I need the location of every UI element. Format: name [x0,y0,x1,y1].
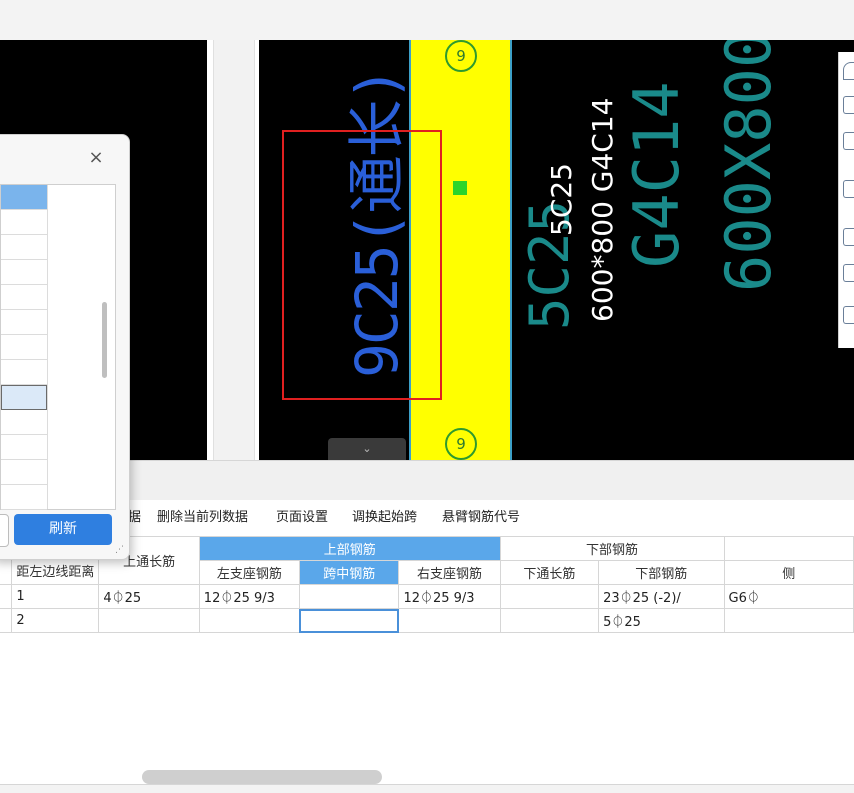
cloud-icon[interactable] [843,62,854,80]
cell-top-through[interactable] [98,608,200,633]
dialog-scrollbar-thumb[interactable] [102,302,107,378]
list-item[interactable] [1,260,47,285]
resize-grip-icon[interactable]: ⋰ [115,545,125,555]
header-bottom-group: 下部钢筋 [499,536,725,561]
header-top-group: 上部钢筋 [198,536,501,561]
axis-marker-bottom: 9 [445,428,477,460]
view-icon[interactable] [843,96,854,114]
row-gutter [0,584,13,609]
horizontal-scrollbar-thumb[interactable] [142,770,382,784]
cell-bottom-through[interactable] [499,584,600,609]
beam-label-top-bars[interactable]: 5C25 [545,163,578,236]
header-mid-span[interactable]: 跨中钢筋 [298,560,400,585]
axis-marker-top: 9 [445,40,477,72]
header-left-edge-distance: 距左边线距离 [16,565,95,580]
zoom-icon[interactable] [843,264,854,282]
refresh-button[interactable]: 刷新 [14,514,112,545]
horizontal-scrollbar[interactable] [0,770,854,784]
cell-bottom-bars[interactable]: 5⏀25 [598,608,725,633]
ghost-text-section: 600X800 [712,40,785,292]
list-item[interactable] [1,485,47,510]
list-item[interactable] [1,310,47,335]
cell-span-no[interactable]: 2 [11,608,100,633]
top-toolbar [0,0,854,41]
right-toolbar [838,52,854,348]
close-icon[interactable]: × [87,149,105,167]
cell-side[interactable] [723,608,854,633]
cell-mid-span[interactable] [298,584,400,609]
select-icon[interactable] [843,228,854,246]
header-bottom-through[interactable]: 下通长筋 [499,560,600,585]
list-item[interactable] [1,460,47,485]
cell-bottom-through[interactable] [499,608,600,633]
cell-bottom-bars[interactable]: 23⏀25 (-2)/ [598,584,725,609]
beam-label-section[interactable]: 600*800 G4C14 [586,98,619,322]
list-item[interactable] [1,210,47,235]
row-gutter [0,608,13,633]
collapse-panel-tab[interactable]: ⌄ [328,438,406,460]
list-item-focused[interactable] [1,385,47,410]
list-item[interactable] [1,285,47,310]
list-item[interactable] [1,360,47,385]
cell-left-support[interactable] [198,608,300,633]
list-item[interactable] [1,335,47,360]
header-right-support[interactable]: 右支座钢筋 [398,560,501,585]
list-icon[interactable] [843,306,854,324]
table-row[interactable]: 2 5⏀25 [0,608,854,633]
list-divider [47,185,48,509]
table-row[interactable]: 1 4⏀25 12⏀25 9/3 12⏀25 9/3 23⏀25 (-2)/ G… [0,584,854,609]
cell-top-through[interactable]: 4⏀25 [98,584,200,609]
save-icon[interactable] [843,180,854,198]
ghost-text-g4c14: G4C14 [620,81,693,268]
toolbar-item-page-setup[interactable]: 页面设置 [276,506,328,530]
dialog-secondary-button[interactable] [0,514,9,547]
cell-side[interactable]: G6⏀ [723,584,854,609]
list-item-selected[interactable] [1,185,47,210]
header-left-support[interactable]: 左支座钢筋 [198,560,300,585]
header-side[interactable]: 侧 [723,560,854,585]
list-item[interactable] [1,435,47,460]
cell-span-no[interactable]: 1 [11,584,100,609]
column-fill [213,40,255,460]
grip-point[interactable] [453,181,467,195]
cell-left-support[interactable]: 12⏀25 9/3 [198,584,300,609]
cell-right-support[interactable]: 12⏀25 9/3 [398,584,501,609]
layer-icon[interactable] [843,132,854,150]
list-item[interactable] [1,410,47,435]
cell-mid-span-selected[interactable] [298,608,400,633]
dialog-list[interactable] [0,184,116,510]
chevron-down-icon: ⌄ [362,442,372,455]
selection-highlight-box [282,130,442,400]
header-side-group [723,536,854,561]
header-bottom-bars[interactable]: 下部钢筋 [598,560,725,585]
toolbar-item-delete-column[interactable]: 删除当前列数据 [157,506,248,530]
list-item[interactable] [1,235,47,260]
toolbar-item-swap-start-span[interactable]: 调换起始跨 [352,506,417,530]
toolbar-item-cantilever-code[interactable]: 悬臂钢筋代号 [442,506,520,530]
cell-right-support[interactable] [398,608,501,633]
